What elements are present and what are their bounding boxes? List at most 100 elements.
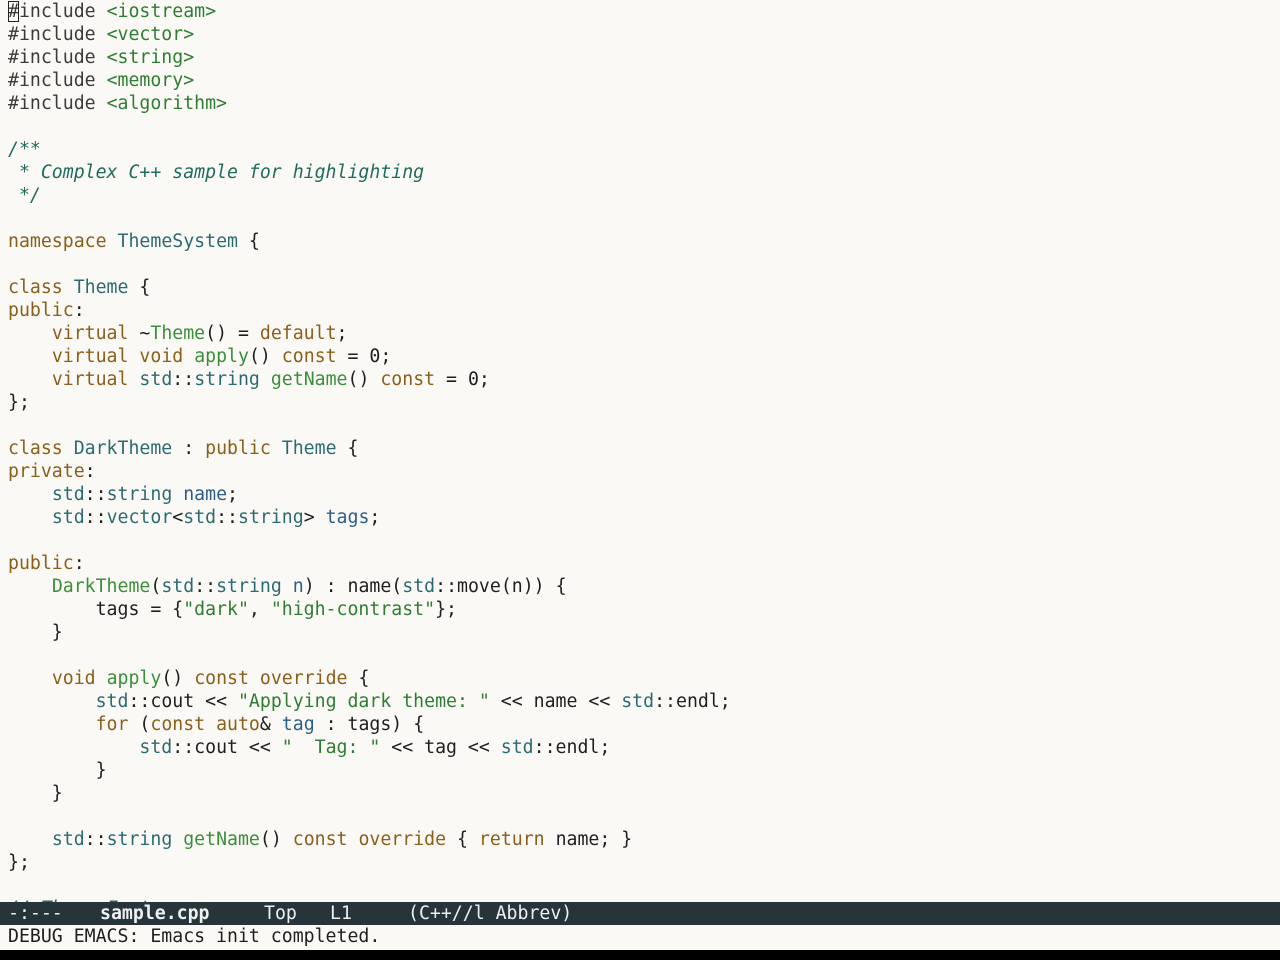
code-token: virtual (51, 323, 129, 344)
code-token: std (183, 507, 217, 528)
code-token: }; (8, 852, 30, 873)
code-line[interactable] (8, 805, 1280, 828)
mode-line-major-mode[interactable]: (C++//l Abbrev) (408, 902, 572, 925)
code-line[interactable]: public: (8, 552, 1280, 575)
code-line[interactable]: tags = {"dark", "high-contrast"}; (8, 598, 1280, 621)
code-line[interactable]: * Complex C++ sample for highlighting (8, 161, 1280, 184)
code-token: const (194, 668, 249, 689)
code-line[interactable] (8, 207, 1280, 230)
code-token: ::cout << (128, 691, 238, 712)
code-line[interactable]: } (8, 759, 1280, 782)
code-line[interactable]: virtual void apply() const = 0; (8, 345, 1280, 368)
code-token: } (8, 622, 63, 643)
code-line[interactable]: #include <algorithm> (8, 92, 1280, 115)
code-line[interactable]: std::string name; (8, 483, 1280, 506)
code-token: public (205, 438, 271, 459)
code-line[interactable]: }; (8, 851, 1280, 874)
code-line[interactable]: virtual ~Theme() = default; (8, 322, 1280, 345)
code-token: apply (106, 668, 162, 689)
code-line[interactable]: std::cout << " Tag: " << tag << std::end… (8, 736, 1280, 759)
code-token: void (51, 668, 96, 689)
code-line[interactable] (8, 874, 1280, 897)
code-line[interactable]: /** (8, 138, 1280, 161)
code-token: { (336, 438, 359, 459)
code-token: public (8, 300, 74, 321)
code-buffer[interactable]: #include <iostream> #include <vector> #inc… (8, 0, 1280, 902)
code-token: = 0; (435, 369, 490, 390)
code-line[interactable]: #include <memory> (8, 69, 1280, 92)
code-token: { (237, 231, 260, 252)
code-line[interactable] (8, 253, 1280, 276)
code-token: { (446, 829, 479, 850)
code-line[interactable]: #include <iostream> (8, 0, 1280, 23)
code-token: : (73, 553, 85, 574)
code-line[interactable]: */ (8, 184, 1280, 207)
code-line[interactable]: } (8, 621, 1280, 644)
code-token: ThemeSystem (117, 231, 238, 252)
code-token: n (292, 576, 304, 597)
mode-line-buffer-name[interactable]: sample.cpp (100, 902, 210, 925)
code-line[interactable] (8, 529, 1280, 552)
code-token: std (51, 484, 85, 505)
code-line[interactable]: std::vector<std::string> tags; (8, 506, 1280, 529)
code-token: #include (8, 47, 107, 68)
code-token: std (139, 737, 173, 758)
code-token: std (161, 576, 195, 597)
code-token: "dark" (183, 599, 249, 620)
code-line[interactable]: void apply() const override { (8, 667, 1280, 690)
code-token: :: (84, 829, 107, 850)
code-token: std (51, 507, 85, 528)
code-token: virtual (51, 369, 129, 390)
code-token: ::endl; (654, 691, 731, 712)
code-token: ::endl; (533, 737, 611, 758)
code-token: ; (227, 484, 238, 505)
code-line[interactable]: } (8, 782, 1280, 805)
code-token: { (347, 668, 370, 689)
code-token: const (150, 714, 206, 735)
code-line[interactable]: private: (8, 460, 1280, 483)
code-line[interactable]: public: (8, 299, 1280, 322)
code-line[interactable]: }; (8, 391, 1280, 414)
code-token: Theme (281, 438, 337, 459)
code-token: ::cout << (172, 737, 282, 758)
code-token: ) : name( (303, 576, 403, 597)
code-token: const (380, 369, 436, 390)
code-line[interactable]: std::string getName() const override { r… (8, 828, 1280, 851)
code-token: : (73, 300, 85, 321)
code-line[interactable]: class DarkTheme : public Theme { (8, 437, 1280, 460)
code-line[interactable]: std::cout << "Applying dark theme: " << … (8, 690, 1280, 713)
text-cursor: # (8, 1, 19, 22)
code-token: auto (216, 714, 260, 735)
code-token: << tag << (380, 737, 501, 758)
code-token: }; (435, 599, 457, 620)
code-token: () (161, 668, 195, 689)
code-token: { (128, 277, 151, 298)
code-token: * Complex C++ sample for highlighting (8, 162, 425, 183)
code-token: name (183, 484, 228, 505)
code-line[interactable] (8, 414, 1280, 437)
code-token: ( (128, 714, 151, 735)
code-line[interactable]: #include <string> (8, 46, 1280, 69)
code-line[interactable] (8, 115, 1280, 138)
code-line[interactable]: virtual std::string getName() const = 0; (8, 368, 1280, 391)
code-token: , (248, 599, 271, 620)
code-line[interactable] (8, 644, 1280, 667)
code-line[interactable]: class Theme { (8, 276, 1280, 299)
code-token: } (8, 760, 107, 781)
code-token: const (281, 346, 337, 367)
code-token: for (95, 714, 129, 735)
code-line[interactable]: #include <vector> (8, 23, 1280, 46)
code-line[interactable]: namespace ThemeSystem { (8, 230, 1280, 253)
code-token: std (139, 369, 173, 390)
code-token: tags (325, 507, 370, 528)
code-token: :: (194, 576, 217, 597)
code-line[interactable]: DarkTheme(std::string n) : name(std::mov… (8, 575, 1280, 598)
code-line[interactable]: for (const auto& tag : tags) { (8, 713, 1280, 736)
